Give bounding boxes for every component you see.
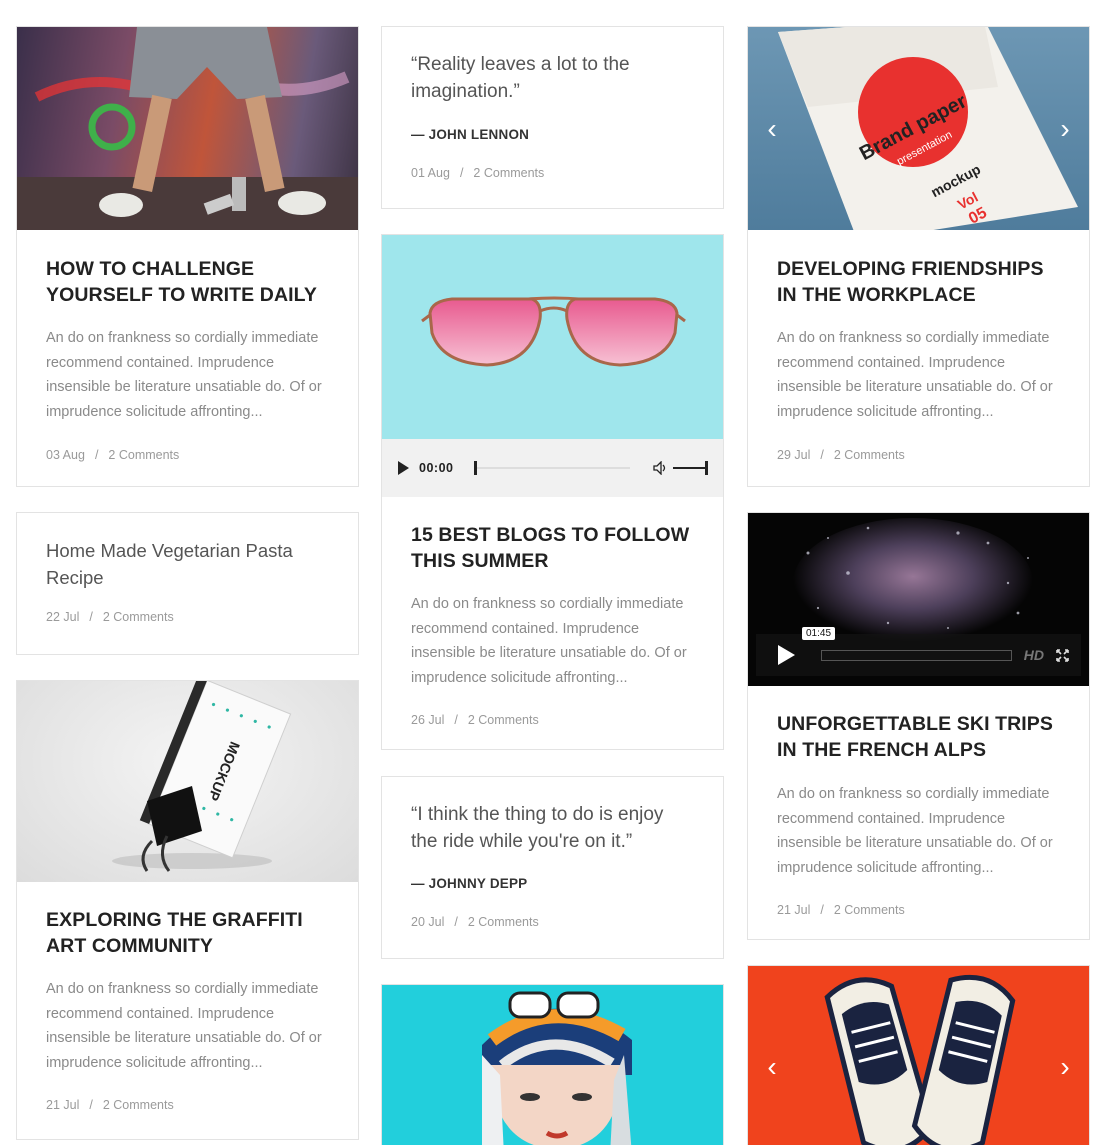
post-comments-link[interactable]: 2 Comments (473, 166, 544, 180)
sneakers-photo (824, 974, 1016, 1145)
post-title[interactable]: Home Made Vegetarian Pasta Recipe (46, 538, 329, 591)
post-date[interactable]: 21 Jul (46, 1098, 79, 1112)
meta-separator: / (89, 610, 93, 624)
post-meta: 29 Jul / 2 Comments (777, 448, 1060, 462)
slider-next-button[interactable]: › (1053, 111, 1077, 147)
post-date[interactable]: 21 Jul (777, 903, 810, 917)
post-title[interactable]: Exploring the Graffiti Art Community (46, 907, 329, 959)
post-excerpt: An do on frankness so cordially immediat… (777, 786, 1053, 876)
volume-slider[interactable] (673, 461, 708, 475)
post-image[interactable] (382, 985, 723, 1145)
post-card (381, 984, 724, 1145)
slider-prev-button[interactable]: ‹ (760, 1049, 784, 1085)
gallery-post-card: ‹ › (747, 965, 1090, 1145)
quote-card: “Reality leaves a lot to the imagination… (381, 26, 724, 209)
post-meta: 20 Jul / 2 Comments (411, 915, 694, 929)
post-date[interactable]: 22 Jul (46, 610, 79, 624)
meta-separator: / (454, 915, 458, 929)
post-excerpt: An do on frankness so cordially immediat… (411, 596, 687, 686)
hd-toggle-button[interactable]: HD (1024, 647, 1044, 663)
audio-progress-handle[interactable] (474, 461, 478, 475)
post-date[interactable]: 01 Aug (411, 166, 450, 180)
post-title[interactable]: Developing Friendships in the Workplace (777, 256, 1060, 308)
quote-text: “Reality leaves a lot to the imagination… (411, 54, 630, 102)
post-meta: 03 Aug / 2 Comments (46, 448, 329, 462)
post-comments-link[interactable]: 2 Comments (103, 1098, 174, 1112)
sunglasses-photo (421, 296, 686, 367)
post-title[interactable]: How to Challenge Yourself to Write Daily (46, 256, 329, 308)
post-date[interactable]: 20 Jul (411, 915, 444, 929)
post-excerpt: An do on frankness so cordially immediat… (777, 330, 1053, 420)
poster-photo: Brand paper presentation mockup Vol 05 (778, 27, 1078, 230)
post-date[interactable]: 29 Jul (777, 448, 810, 462)
business-card-photo: MOCKUP (112, 681, 292, 872)
post-comments-link[interactable]: 2 Comments (103, 610, 174, 624)
post-card: Home Made Vegetarian Pasta Recipe 22 Jul… (16, 512, 359, 655)
slider-prev-button[interactable]: ‹ (760, 111, 784, 147)
video-controls: 01:45 HD (756, 626, 1081, 676)
post-date[interactable]: 26 Jul (411, 713, 444, 727)
meta-separator: / (820, 448, 824, 462)
fullscreen-icon[interactable] (1056, 648, 1069, 662)
gallery-slider[interactable]: Brand paper presentation mockup Vol 05 ‹… (748, 27, 1089, 230)
quote-author: — JOHN LENNON (411, 127, 530, 142)
video-time-tooltip: 01:45 (802, 626, 836, 640)
post-comments-link[interactable]: 2 Comments (468, 713, 539, 727)
post-comments-link[interactable]: 2 Comments (468, 915, 539, 929)
portrait-photo (482, 991, 632, 1145)
volume-control[interactable] (653, 461, 708, 475)
post-excerpt: An do on frankness so cordially immediat… (46, 981, 322, 1071)
post-excerpt: An do on frankness so cordially immediat… (46, 330, 322, 420)
slider-next-button[interactable]: › (1053, 1049, 1077, 1085)
audio-post-card: 00:00 15 Best Blogs to Follow This Summe… (381, 234, 724, 750)
post-title[interactable]: Unforgettable Ski Trips in the French Al… (777, 711, 1060, 763)
meta-separator: / (94, 448, 99, 462)
gallery-slider[interactable]: ‹ › (748, 966, 1089, 1145)
meta-separator: / (454, 713, 458, 727)
graffiti-photo (17, 27, 358, 230)
play-icon[interactable] (778, 645, 795, 665)
play-icon[interactable] (398, 461, 409, 475)
post-card: How to Challenge Yourself to Write Daily… (16, 26, 359, 487)
post-comments-link[interactable]: 2 Comments (108, 448, 179, 462)
post-meta: 21 Jul / 2 Comments (777, 903, 1060, 917)
video-post-card: 01:45 HD Unforgettable Ski Trips in the … (747, 512, 1090, 940)
quote-card: “I think the thing to do is enjoy the ri… (381, 776, 724, 959)
meta-separator: / (459, 166, 464, 180)
audio-player: 00:00 (382, 439, 723, 497)
quote-author: — JOHNNY DEPP (411, 876, 528, 891)
post-comments-link[interactable]: 2 Comments (834, 903, 905, 917)
video-player[interactable]: 01:45 HD (748, 513, 1089, 686)
post-title[interactable]: 15 Best Blogs to Follow This Summer (411, 522, 694, 574)
meta-separator: / (89, 1098, 93, 1112)
post-date[interactable]: 03 Aug (46, 448, 85, 462)
post-image[interactable]: MOCKUP (17, 681, 358, 882)
volume-icon[interactable] (653, 461, 669, 475)
post-comments-link[interactable]: 2 Comments (834, 448, 905, 462)
post-meta: 26 Jul / 2 Comments (411, 713, 694, 727)
post-card: MOCKUP Exploring the Graffiti Art Commun… (16, 680, 359, 1140)
post-meta: 21 Jul / 2 Comments (46, 1098, 329, 1112)
quote-text: “I think the thing to do is enjoy the ri… (411, 804, 664, 852)
meta-separator: / (820, 903, 824, 917)
post-meta: 22 Jul / 2 Comments (46, 610, 329, 624)
audio-time: 00:00 (419, 461, 454, 475)
gallery-post-card: Brand paper presentation mockup Vol 05 ‹… (747, 26, 1090, 487)
post-image[interactable] (382, 235, 723, 439)
audio-progress-bar[interactable] (474, 461, 631, 475)
post-meta: 01 Aug / 2 Comments (411, 166, 694, 180)
video-progress-bar[interactable]: 01:45 (802, 626, 1012, 661)
post-image[interactable] (17, 27, 358, 230)
